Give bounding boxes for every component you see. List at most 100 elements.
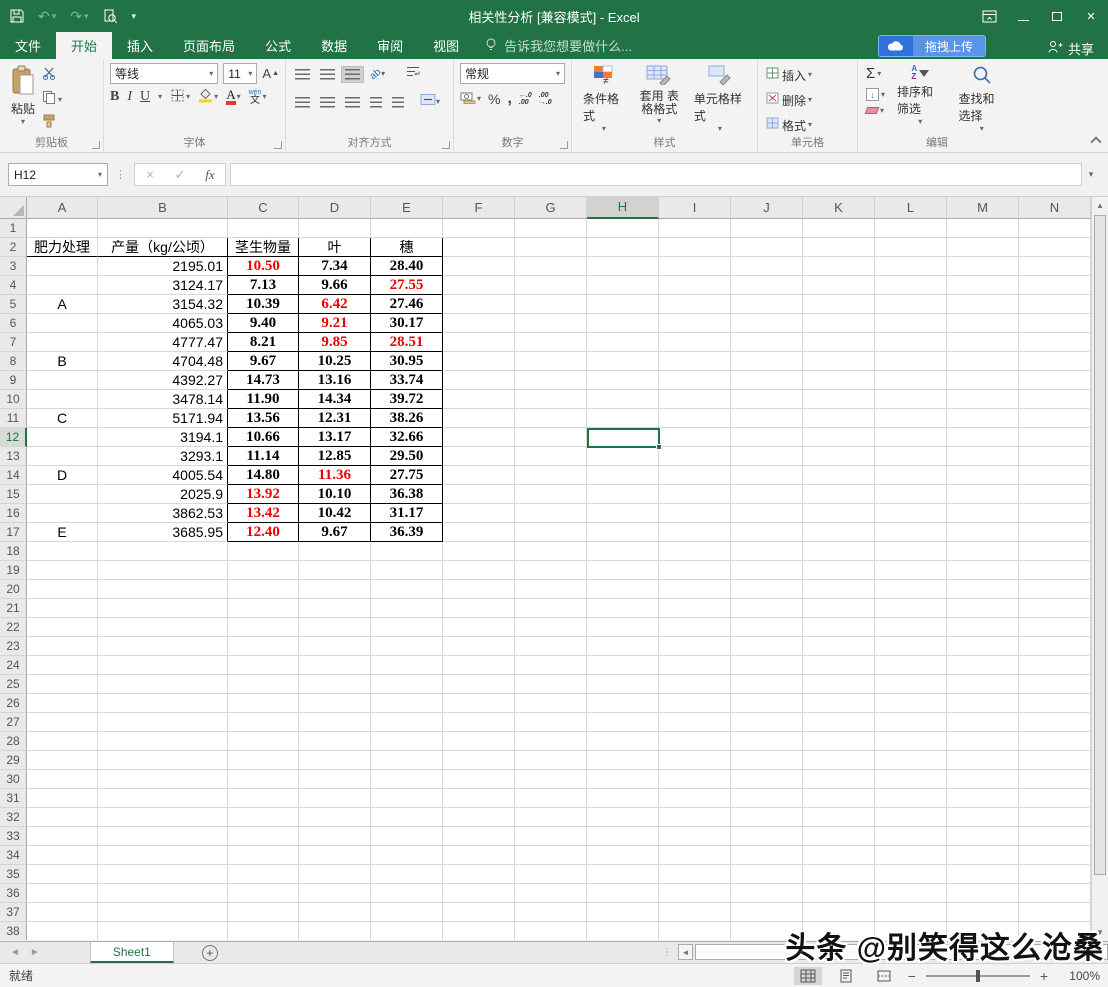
cell-L4[interactable]: [875, 276, 947, 295]
cell-K16[interactable]: [803, 504, 875, 523]
cell-J31[interactable]: [731, 789, 803, 808]
cell-A16[interactable]: [27, 504, 98, 523]
cell-C5[interactable]: 10.39: [228, 295, 299, 314]
cell-C37[interactable]: [228, 903, 299, 922]
cell-I7[interactable]: [659, 333, 731, 352]
cell-D12[interactable]: 13.17: [299, 428, 371, 447]
cell-N3[interactable]: [1019, 257, 1091, 276]
font-color-button[interactable]: A▾: [226, 89, 240, 105]
cell-N17[interactable]: [1019, 523, 1091, 542]
cell-E17[interactable]: 36.39: [371, 523, 443, 542]
cell-J19[interactable]: [731, 561, 803, 580]
cell-E15[interactable]: 36.38: [371, 485, 443, 504]
cell-H37[interactable]: [587, 903, 659, 922]
cell-A8[interactable]: B: [27, 352, 98, 371]
cell-H4[interactable]: [587, 276, 659, 295]
cell-F32[interactable]: [443, 808, 515, 827]
cell-M37[interactable]: [947, 903, 1019, 922]
cell-G34[interactable]: [515, 846, 587, 865]
row-header-23[interactable]: 23: [0, 637, 27, 656]
cell-F22[interactable]: [443, 618, 515, 637]
cell-K25[interactable]: [803, 675, 875, 694]
cell-E24[interactable]: [371, 656, 443, 675]
cell-B33[interactable]: [98, 827, 228, 846]
cell-F23[interactable]: [443, 637, 515, 656]
cell-H25[interactable]: [587, 675, 659, 694]
cell-N33[interactable]: [1019, 827, 1091, 846]
cell-N6[interactable]: [1019, 314, 1091, 333]
row-header-25[interactable]: 25: [0, 675, 27, 694]
cell-L20[interactable]: [875, 580, 947, 599]
cell-C12[interactable]: 10.66: [228, 428, 299, 447]
cell-F31[interactable]: [443, 789, 515, 808]
cell-D8[interactable]: 10.25: [299, 352, 371, 371]
top-align-button[interactable]: [292, 67, 313, 82]
cell-D26[interactable]: [299, 694, 371, 713]
cell-K17[interactable]: [803, 523, 875, 542]
cell-M7[interactable]: [947, 333, 1019, 352]
sheet-tab-sheet1[interactable]: Sheet1: [90, 942, 174, 963]
cell-J18[interactable]: [731, 542, 803, 561]
cell-I32[interactable]: [659, 808, 731, 827]
cell-F34[interactable]: [443, 846, 515, 865]
cell-C23[interactable]: [228, 637, 299, 656]
cell-M29[interactable]: [947, 751, 1019, 770]
cell-J20[interactable]: [731, 580, 803, 599]
cell-F30[interactable]: [443, 770, 515, 789]
expand-formula-bar-icon[interactable]: ▾: [1082, 169, 1100, 180]
cell-G36[interactable]: [515, 884, 587, 903]
column-header-M[interactable]: M: [947, 197, 1019, 219]
tell-me-box[interactable]: 告诉我您想要做什么...: [474, 32, 642, 59]
cell-J29[interactable]: [731, 751, 803, 770]
cell-F29[interactable]: [443, 751, 515, 770]
cell-H32[interactable]: [587, 808, 659, 827]
cell-B13[interactable]: 3293.1: [98, 447, 228, 466]
cell-A19[interactable]: [27, 561, 98, 580]
cell-I23[interactable]: [659, 637, 731, 656]
cell-G8[interactable]: [515, 352, 587, 371]
cell-C14[interactable]: 14.80: [228, 466, 299, 485]
row-header-14[interactable]: 14: [0, 466, 27, 485]
cell-J12[interactable]: [731, 428, 803, 447]
cell-A23[interactable]: [27, 637, 98, 656]
ribbon-display-options-button[interactable]: [972, 0, 1006, 32]
underline-button[interactable]: U: [140, 89, 150, 105]
insert-cells-button[interactable]: 插入▾: [764, 65, 814, 85]
cell-K20[interactable]: [803, 580, 875, 599]
cell-C18[interactable]: [228, 542, 299, 561]
cell-H35[interactable]: [587, 865, 659, 884]
cell-K26[interactable]: [803, 694, 875, 713]
cell-N7[interactable]: [1019, 333, 1091, 352]
cell-G35[interactable]: [515, 865, 587, 884]
collapse-ribbon-icon[interactable]: [1090, 136, 1101, 147]
formula-input[interactable]: [230, 163, 1082, 186]
cell-K37[interactable]: [803, 903, 875, 922]
cell-B38[interactable]: [98, 922, 228, 940]
insert-function-icon[interactable]: fx: [195, 167, 225, 183]
cell-C22[interactable]: [228, 618, 299, 637]
cell-N15[interactable]: [1019, 485, 1091, 504]
format-cells-button[interactable]: 格式▾: [764, 115, 814, 135]
cell-C29[interactable]: [228, 751, 299, 770]
cell-C15[interactable]: 13.92: [228, 485, 299, 504]
cell-M24[interactable]: [947, 656, 1019, 675]
cell-N13[interactable]: [1019, 447, 1091, 466]
cell-N12[interactable]: [1019, 428, 1091, 447]
cell-B9[interactable]: 4392.27: [98, 371, 228, 390]
cell-E10[interactable]: 39.72: [371, 390, 443, 409]
cell-A33[interactable]: [27, 827, 98, 846]
grow-font-button[interactable]: A▲: [262, 66, 279, 81]
cell-H34[interactable]: [587, 846, 659, 865]
clear-button[interactable]: ▾: [864, 106, 887, 115]
cell-B16[interactable]: 3862.53: [98, 504, 228, 523]
increase-indent-button[interactable]: [389, 95, 407, 110]
clipboard-dialog-launcher-icon[interactable]: [92, 141, 100, 149]
cell-A37[interactable]: [27, 903, 98, 922]
cell-I17[interactable]: [659, 523, 731, 542]
vertical-scroll-thumb[interactable]: [1094, 215, 1106, 875]
cell-K2[interactable]: [803, 238, 875, 257]
cell-G37[interactable]: [515, 903, 587, 922]
cell-C13[interactable]: 11.14: [228, 447, 299, 466]
row-header-2[interactable]: 2: [0, 238, 27, 257]
fill-color-button[interactable]: ▾: [198, 88, 218, 106]
